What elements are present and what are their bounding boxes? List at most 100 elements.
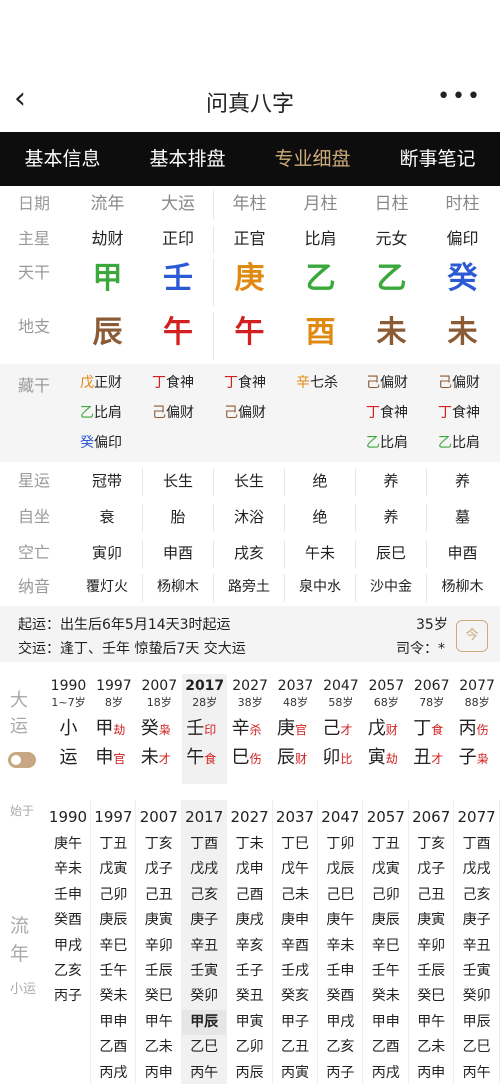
liunian-column[interactable]: 2067 丁亥 戊子 己丑 庚寅 辛卯 壬辰 癸巳 甲午 乙未 丙申 (409, 800, 455, 1084)
dayun-column[interactable]: 2047 58岁 己才 卯比 (318, 674, 363, 784)
tiangan-cell: 甲 (92, 261, 123, 296)
liunian-item: 乙丑 (281, 1039, 309, 1056)
liunian-item: 辛未 (54, 861, 82, 878)
extra-cell: 养 (356, 504, 427, 532)
dayun-age: 58岁 (328, 696, 354, 709)
liunian-item: 丙辰 (235, 1064, 264, 1081)
current-age: 35岁 (416, 617, 448, 633)
extra-cell: 长生 (143, 468, 214, 496)
liunian-item: 辛卯 (417, 937, 446, 954)
liunian-column[interactable]: 1990 庚午 辛未 壬申 癸酉 甲戌 乙亥 丙子 (46, 800, 91, 1084)
tab-pro-chart[interactable]: 专业细盘 (250, 132, 375, 186)
liunian-column[interactable]: 2017 丁酉 戊戌 己亥 庚子 辛丑 壬寅 癸卯 甲辰 乙巳 丙午 (182, 800, 228, 1084)
dizhi-cell: 未 (447, 315, 478, 350)
dayun-ganzhi: 午食 (186, 747, 217, 768)
liunian-item: 戊午 (281, 861, 309, 878)
dayun-age: 1~7岁 (51, 696, 86, 709)
extra-cell: 养 (356, 468, 427, 496)
liunian-year: 2017 (185, 808, 224, 826)
dizhi-cell: 午 (234, 315, 265, 350)
extra-cell: 辰巳 (356, 540, 427, 568)
liunian-item: 庚申 (281, 912, 309, 929)
row-label: 空亡 (18, 543, 51, 562)
dayun-column[interactable]: 2067 78岁 丁食 丑才 (409, 674, 454, 784)
liunian-item: 甲寅 (235, 1013, 264, 1030)
col-header: 流年 (90, 194, 125, 214)
dayun-ganzhi: 癸枭 (140, 718, 171, 739)
dayun-age: 38岁 (237, 696, 263, 709)
tiangan-row: 天干 甲 壬 庚 乙 乙 癸 (0, 258, 500, 306)
liunian-item: 丁卯 (326, 836, 355, 852)
dayun-ganzhi: 寅劫 (367, 747, 398, 768)
dayun-column[interactable]: 2017 28岁 壬印 午食 (182, 674, 228, 784)
liunian-item: 庚戌 (235, 912, 264, 929)
dayun-ganzhi: 丙伤 (458, 718, 489, 739)
tiangan-cell: 庚 (234, 261, 265, 296)
liunian-grid: 1990 庚午 辛未 壬申 癸酉 甲戌 乙亥 丙子 1997 丁丑 戊寅 己卯 庚辰 辛巳 壬午 癸未 甲申 乙酉… (46, 800, 500, 1084)
nayin-row: 纳音 覆灯火 杨柳木 路旁土 泉中水 沙中金 杨柳木 (0, 574, 500, 602)
dizhi-cell: 未 (376, 315, 407, 350)
row-label: 藏干 (18, 376, 51, 395)
dayun-column[interactable]: 2027 38岁 辛杀 巳伤 (228, 674, 273, 784)
liunian-item: 戊辰 (326, 861, 355, 878)
liunian-item: 戊申 (235, 861, 264, 878)
dayun-column[interactable]: 1997 8岁 甲劫 申官 (91, 674, 136, 784)
liunian-item: 己未 (281, 886, 309, 903)
liunian-column[interactable]: 2047 丁卯 戊辰 己巳 庚午 辛未 壬申 癸酉 甲戌 乙亥 丙子 (318, 800, 364, 1084)
liunian-item: 乙亥 (54, 963, 82, 980)
liunian-item: 甲戌 (54, 937, 82, 954)
liunian-column[interactable]: 2027 丁未 戊申 己酉 庚戌 辛亥 壬子 癸丑 甲寅 乙卯 丙辰 (228, 800, 273, 1084)
liunian-column[interactable]: 1997 丁丑 戊寅 己卯 庚辰 辛巳 壬午 癸未 甲申 乙酉 丙戌 (91, 800, 137, 1084)
calendar-icon[interactable]: 今 (456, 620, 488, 652)
extra-cell: 衰 (72, 504, 143, 532)
extra-cell: 绝 (285, 504, 356, 532)
extra-cell: 墓 (454, 508, 470, 526)
liunian-item: 癸巳 (417, 988, 446, 1005)
liunian-item: 壬戌 (281, 963, 309, 980)
liunian-year: 2037 (275, 808, 315, 826)
liunian-item: 癸卯 (190, 988, 219, 1005)
extra-cell: 路旁土 (214, 574, 285, 602)
liunian-item: 己丑 (417, 886, 446, 903)
dayun-ganzhi: 子枭 (458, 747, 489, 768)
dayun-year: 2057 (368, 678, 405, 694)
dayun-toggle[interactable] (8, 752, 36, 768)
dayun-age: 68岁 (373, 696, 399, 709)
kongwang-row: 空亡 寅卯 申酉 戌亥 午未 辰巳 申酉 (0, 540, 500, 568)
dizhi-cell: 午 (143, 312, 214, 360)
more-icon[interactable]: ••• (437, 84, 482, 109)
extra-cell: 冠带 (72, 468, 143, 496)
dayun-year: 2027 (232, 678, 268, 694)
liunian-year: 2067 (412, 808, 451, 826)
liunian-item: 乙巳 (462, 1039, 491, 1056)
dayun-column[interactable]: 2007 18岁 癸枭 未才 (137, 674, 182, 784)
dayun-column[interactable]: 2077 88岁 丙伤 子枭 (455, 674, 500, 784)
liunian-item: 甲午 (144, 1013, 173, 1030)
liunian-item: 癸卯 (462, 988, 491, 1005)
liunian-column[interactable]: 2057 丁丑 戊寅 己卯 庚辰 辛巳 壬午 癸未 甲申 乙酉 丙戌 (364, 800, 409, 1084)
dayun-column[interactable]: 2057 68岁 戊财 寅劫 (364, 674, 409, 784)
liunian-column[interactable]: 2077 丁酉 戊戌 己亥 庚子 辛丑 壬寅 癸卯 甲辰 乙巳 丙午 (455, 800, 500, 1084)
liunian-item: 己丑 (144, 886, 173, 903)
dayun-year: 2047 (323, 678, 359, 694)
liunian-item: 丁未 (235, 836, 264, 852)
liunian-column[interactable]: 2037 丁巳 戊午 己未 庚申 辛酉 壬戌 癸亥 甲子 乙丑 丙寅 (273, 800, 318, 1084)
liunian-item: 癸亥 (281, 988, 309, 1005)
liunian-item: 乙未 (144, 1039, 173, 1056)
dayun-ganzhi: 小 (59, 718, 78, 739)
canggan-section: 藏干 戊正财 乙比肩 癸偏印 丁食神 己偏财 丁食神 己偏财 辛七杀 己偏财 丁… (0, 364, 500, 462)
tab-notes[interactable]: 断事笔记 (375, 132, 500, 186)
dayun-ganzhi: 丁食 (413, 718, 444, 739)
liunian-item: 丙子 (326, 1064, 355, 1081)
star-cell: 正官 (233, 229, 266, 248)
dizhi-cell: 酉 (305, 315, 336, 350)
dayun-ganzhi: 巳伤 (231, 747, 262, 768)
dayun-column[interactable]: 2037 48岁 庚官 辰财 (273, 674, 318, 784)
liunian-item: 戊子 (144, 861, 173, 878)
liunian-item: 庚辰 (99, 912, 128, 929)
tab-basic-info[interactable]: 基本信息 (0, 132, 125, 186)
liunian-column[interactable]: 2007 丁亥 戊子 己丑 庚寅 辛卯 壬辰 癸巳 甲午 乙未 丙申 (137, 800, 182, 1084)
tab-basic-chart[interactable]: 基本排盘 (125, 132, 250, 186)
dayun-column[interactable]: 1990 1~7岁小运 (46, 674, 91, 784)
liunian-item: 庚午 (54, 836, 82, 852)
